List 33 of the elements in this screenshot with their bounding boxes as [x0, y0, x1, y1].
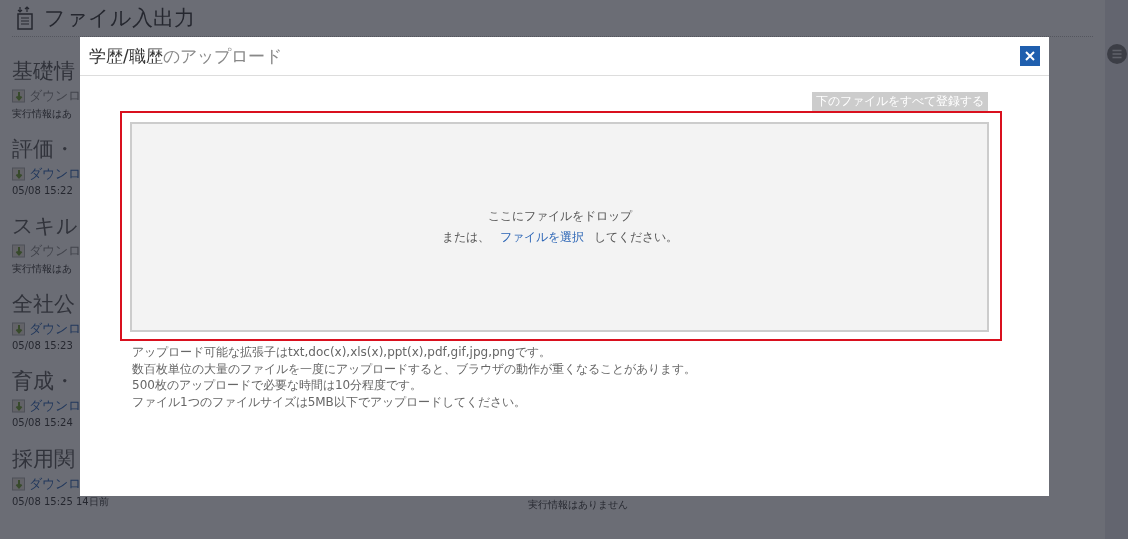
upload-note: アップロード可能な拡張子はtxt,doc(x),xls(x),ppt(x),pdf,gif,jpg,pngです。 [132, 344, 552, 361]
section-heading: 評価・ [12, 135, 75, 163]
select-file-link[interactable]: ファイルを選択 [499, 229, 584, 246]
download-link[interactable]: ダウンロ [29, 397, 81, 415]
drop-zone[interactable]: ここにファイルをドロップ または、 ファイルを選択 してください。 [130, 122, 989, 332]
download-file-icon [12, 166, 25, 181]
execution-info: 05/08 15:23 [12, 339, 73, 351]
drop-hint-prefix: または、 [441, 229, 490, 246]
upload-note: 500枚のアップロードで必要な時間は10分程度です。 [132, 377, 424, 395]
close-button[interactable] [1020, 46, 1040, 66]
dialog-title: 学歴/職歴のアップロード [89, 44, 282, 68]
download-link[interactable]: ダウンロ [29, 474, 81, 493]
section-heading: スキル [12, 213, 78, 240]
file-transfer-icon [16, 6, 34, 30]
execution-info: 05/08 15:22 [12, 184, 73, 196]
close-icon [1025, 51, 1035, 61]
download-file-icon [12, 321, 25, 336]
section-heading: 全社公 [12, 290, 75, 318]
section-heading: 基礎情 [12, 58, 75, 85]
section-heading: 採用関 [12, 445, 75, 473]
drop-hint: ここにファイルをドロップ [487, 208, 632, 225]
download-link[interactable]: ダウンロ [29, 164, 81, 183]
section-heading: 育成・ [12, 368, 75, 395]
download-link[interactable]: ダウンロ [29, 319, 81, 338]
page-title: ファイル入出力 [44, 5, 195, 32]
upload-note: 数百枚単位の大量のファイルを一度にアップロードすると、ブラウザの動作が重くなることがあります。 [132, 360, 697, 378]
download-file-icon [12, 89, 25, 103]
download-file-icon [12, 244, 25, 258]
download-file-icon [12, 399, 25, 413]
execution-info: 05/08 15:24 [12, 417, 73, 428]
drop-hint-suffix: してください。 [593, 229, 678, 246]
upload-note: ファイル1つのファイルサイズは5MB以下でアップロードしてください。 [132, 394, 527, 411]
download-file-icon [12, 476, 25, 491]
